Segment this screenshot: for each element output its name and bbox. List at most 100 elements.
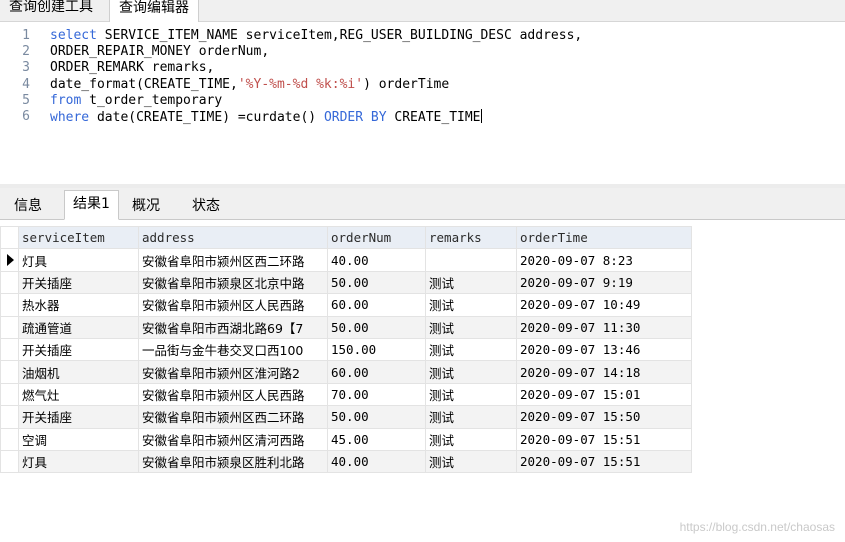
table-row[interactable]: 油烟机 安徽省阜阳市颍州区淮河路2 60.00 测试 2020-09-07 14:18 [0,360,692,384]
table-cell[interactable]: 油烟机 [18,360,139,384]
row-indicator[interactable] [0,405,19,429]
result-grid: serviceItem address orderNum remarks orderTi… [0,225,692,474]
line-number: 5 [22,92,30,108]
result-tab[interactable]: 信息 [6,194,50,220]
table-cell[interactable]: 测试 [425,427,517,451]
table-cell[interactable]: 测试 [425,337,517,362]
sql-editor[interactable]: 1 select SERVICE_ITEM_NAME serviceItem,RE… [0,22,845,184]
table-cell[interactable]: 40.00 [327,449,426,474]
table-cell[interactable]: 60.00 [327,293,426,317]
code-line[interactable]: 5 from t_order_temporary [0,93,845,109]
table-cell[interactable]: 2020-09-07 15:50 [516,405,692,429]
table-cell[interactable]: 安徽省阜阳市颍州区西二环路 [138,405,328,429]
table-cell[interactable]: 2020-09-07 9:19 [516,270,692,295]
row-indicator[interactable] [0,427,19,451]
table-row[interactable]: 灯具 安徽省阜阳市颍州区西二环路 40.00 2020-09-07 8:23 [0,248,692,272]
table-cell[interactable]: 2020-09-07 15:51 [516,427,692,451]
table-cell[interactable]: 测试 [425,405,517,429]
table-cell[interactable]: 2020-09-07 15:01 [516,382,692,407]
row-indicator[interactable] [0,248,19,272]
table-row[interactable]: 开关插座 安徽省阜阳市颍泉区北京中路 50.00 测试 2020-09-07 9:19 [0,270,692,295]
table-cell[interactable] [425,248,517,272]
table-cell[interactable]: 安徽省阜阳市颍泉区胜利北路 [138,449,328,474]
table-cell[interactable]: 70.00 [327,382,426,407]
table-cell[interactable]: 热水器 [18,293,139,317]
table-cell[interactable]: 测试 [425,315,517,339]
table-cell[interactable]: 测试 [425,293,517,317]
table-cell[interactable]: 150.00 [327,337,426,362]
code-text: date_format(CREATE_TIME,'%Y-%m-%d %k:%i'… [50,77,449,93]
code-line[interactable]: 2 ORDER_REPAIR_MONEY orderNum, [0,44,845,60]
result-tab[interactable]: 概况 [124,194,168,220]
table-cell[interactable]: 2020-09-07 10:49 [516,293,692,317]
table-cell[interactable]: 2020-09-07 14:18 [516,360,692,384]
table-cell[interactable]: 开关插座 [18,405,139,429]
table-cell[interactable]: 安徽省阜阳市颍州区人民西路 [138,382,328,407]
table-cell[interactable]: 2020-09-07 13:46 [516,337,692,362]
table-cell[interactable]: 2020-09-07 11:30 [516,315,692,339]
column-header[interactable]: address [138,225,328,250]
row-indicator[interactable] [0,360,19,384]
result-tab[interactable]: 结果1 [64,190,119,220]
row-indicator[interactable] [0,337,19,362]
sql-token: ORDER_REMARK remarks, [50,60,215,76]
sql-token: ORDER_REPAIR_MONEY orderNum, [50,44,270,60]
table-cell[interactable]: 40.00 [327,248,426,272]
column-header[interactable]: serviceItem [18,225,139,250]
sql-keyword: select [50,28,97,43]
row-indicator[interactable] [0,315,19,339]
tab-query-builder[interactable]: 查询创建工具 [0,0,102,20]
table-row[interactable]: 开关插座 一品街与金牛巷交叉口西100 150.00 测试 2020-09-07 13:… [0,337,692,362]
table-cell[interactable]: 安徽省阜阳市颍州区人民西路 [138,293,328,317]
table-cell[interactable]: 2020-09-07 15:51 [516,449,692,474]
table-cell[interactable]: 测试 [425,360,517,384]
sql-keyword: ORDER BY [323,110,387,125]
row-indicator[interactable] [0,382,19,407]
table-cell[interactable]: 50.00 [327,405,426,429]
table-cell[interactable]: 灯具 [18,248,139,272]
table-cell[interactable]: 安徽省阜阳市颍州区淮河路2 [138,360,328,384]
sql-string: '%Y-%m-%d %k:%i' [237,76,364,92]
code-line[interactable]: 4 date_format(CREATE_TIME,'%Y-%m-%d %k:%i… [0,77,845,93]
row-indicator[interactable] [0,449,19,474]
table-cell[interactable]: 50.00 [327,270,426,295]
table-row[interactable]: 开关插座 安徽省阜阳市颍州区西二环路 50.00 测试 2020-09-07 15:50 [0,405,692,429]
table-cell[interactable]: 50.00 [327,315,426,339]
table-row[interactable]: 燃气灶 安徽省阜阳市颍州区人民西路 70.00 测试 2020-09-07 15:01 [0,382,692,407]
row-indicator[interactable] [0,293,19,317]
table-row[interactable]: 灯具 安徽省阜阳市颍泉区胜利北路 40.00 测试 2020-09-07 15:51 [0,449,692,474]
table-cell[interactable]: 开关插座 [18,270,139,295]
table-cell[interactable]: 60.00 [327,360,426,384]
table-cell[interactable]: 测试 [425,270,517,295]
table-cell[interactable]: 开关插座 [18,337,139,362]
sql-token: SERVICE_ITEM_NAME serviceItem,REG_USER_B… [96,28,583,43]
column-header[interactable]: remarks [425,225,517,250]
code-line[interactable]: 6 where date(CREATE_TIME) =curdate() ORDE… [0,109,845,125]
table-row[interactable]: 疏通管道 安徽省阜阳市西湖北路69【7 50.00 测试 2020-09-07 11:3… [0,315,692,339]
code-line[interactable]: 3 ORDER_REMARK remarks, [0,60,845,76]
table-cell[interactable]: 安徽省阜阳市西湖北路69【7 [138,315,328,339]
text-caret [480,109,482,123]
table-cell[interactable]: 45.00 [327,427,426,451]
column-header[interactable]: orderNum [327,225,426,250]
table-cell[interactable]: 空调 [18,427,139,451]
line-number: 2 [22,44,30,60]
table-cell[interactable]: 燃气灶 [18,382,139,407]
table-row[interactable]: 空调 安徽省阜阳市颍州区清河西路 45.00 测试 2020-09-07 15:51 [0,427,692,451]
table-cell[interactable]: 安徽省阜阳市颍州区清河西路 [138,427,328,451]
table-cell[interactable]: 灯具 [18,449,139,474]
table-cell[interactable]: 测试 [425,449,517,474]
table-row[interactable]: 热水器 安徽省阜阳市颍州区人民西路 60.00 测试 2020-09-07 10:49 [0,293,692,317]
row-indicator[interactable] [0,270,19,295]
table-cell[interactable]: 安徽省阜阳市颍泉区北京中路 [138,270,328,295]
table-cell[interactable]: 2020-09-07 8:23 [516,248,692,272]
code-line[interactable]: 1 select SERVICE_ITEM_NAME serviceItem,RE… [0,28,845,44]
result-tab[interactable]: 状态 [184,194,228,220]
table-cell[interactable]: 安徽省阜阳市颍州区西二环路 [138,248,328,272]
result-tab-bar: 信息 结果1 概况 状态 [0,188,845,220]
table-cell[interactable]: 一品街与金牛巷交叉口西100 [138,337,328,362]
table-cell[interactable]: 疏通管道 [18,315,139,339]
table-cell[interactable]: 测试 [425,382,517,407]
tab-query-editor[interactable]: 查询编辑器 [109,0,199,22]
column-header[interactable]: orderTime [516,225,692,250]
